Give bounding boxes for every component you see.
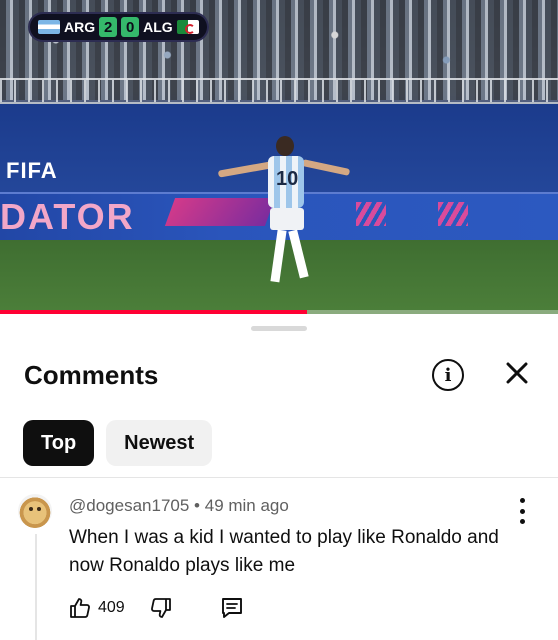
comment-actions: 409 <box>68 595 245 621</box>
comment-meta: @dogesan1705 • 49 min ago <box>69 496 289 516</box>
comment-time: 49 min ago <box>204 496 289 515</box>
reply-glyph <box>221 598 242 618</box>
board-text-sponsor: DATOR <box>0 196 135 237</box>
video-player[interactable]: FIFA DATOR 10 ARG 2 0 ALG <box>0 0 558 314</box>
board-text-fifa: FIFA <box>6 158 58 183</box>
thumbs-up-glyph <box>70 598 90 618</box>
comment-author[interactable]: @dogesan1705 <box>69 496 189 515</box>
thumbs-up-icon[interactable] <box>68 596 92 620</box>
argentina-flag-icon <box>38 20 60 34</box>
algeria-flag-icon <box>176 20 199 34</box>
thumbs-down-icon[interactable] <box>149 596 173 620</box>
comment-text: When I was a kid I wanted to play like R… <box>69 527 499 576</box>
drag-handle[interactable] <box>251 326 307 331</box>
avatar[interactable] <box>18 494 52 528</box>
thumbs-down-glyph <box>150 598 171 618</box>
jersey-number: 10 <box>276 168 299 190</box>
tab-newest[interactable]: Newest <box>106 420 213 466</box>
home-team: ARG <box>64 19 96 35</box>
away-team: ALG <box>143 19 173 35</box>
comments-sheet: Comments i Top Newest @dogesan1705 • 49 … <box>0 314 558 640</box>
close-icon-glyph <box>506 362 528 384</box>
reply-icon[interactable] <box>219 595 245 621</box>
thread-line <box>35 534 37 640</box>
like-count: 409 <box>98 599 125 616</box>
meta-separator: • <box>194 496 200 515</box>
comments-title: Comments <box>24 360 159 390</box>
comment-item: @dogesan1705 • 49 min ago When I was a k… <box>0 478 558 640</box>
tab-top[interactable]: Top <box>23 420 95 466</box>
sponsor-logo <box>356 202 386 226</box>
sponsor-logo <box>438 202 468 226</box>
stadium-railing <box>0 78 558 104</box>
home-score: 2 <box>99 17 118 37</box>
away-score: 0 <box>121 17 140 37</box>
player-figure: 10 <box>217 136 353 296</box>
info-icon[interactable]: i <box>432 359 464 391</box>
more-vertical-icon[interactable] <box>512 498 532 524</box>
sort-tabs: Top Newest <box>23 420 213 466</box>
close-icon[interactable] <box>500 356 534 390</box>
scoreboard: ARG 2 0 ALG <box>30 14 207 40</box>
